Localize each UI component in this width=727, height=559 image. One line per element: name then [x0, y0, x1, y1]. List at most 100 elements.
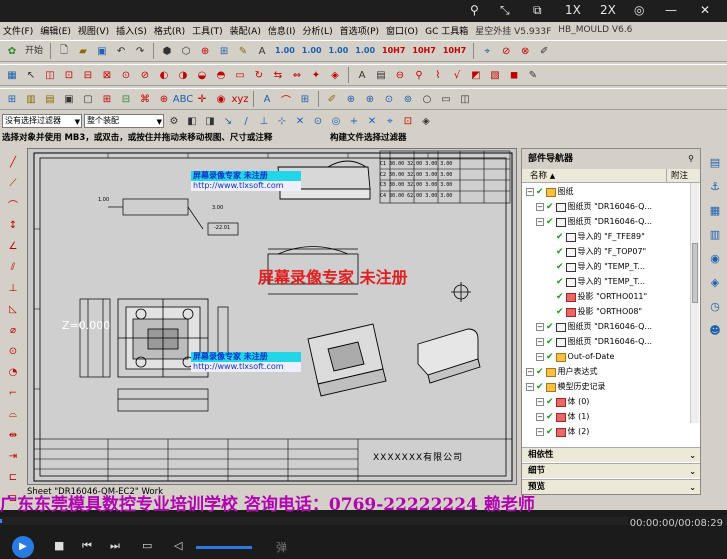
- tree-item[interactable]: − ✔ 体 (0): [536, 395, 589, 409]
- section-preview[interactable]: 预览 ⌄: [522, 479, 700, 494]
- arc-length-icon[interactable]: ⌓: [5, 406, 21, 422]
- progress-bar[interactable]: [0, 517, 727, 525]
- tree-item[interactable]: − ✔ 模型历史记录: [526, 380, 606, 394]
- text-box-icon[interactable]: ▤: [373, 67, 389, 83]
- menu-edit[interactable]: 编辑(E): [40, 24, 71, 37]
- volume-slider[interactable]: [196, 546, 252, 549]
- speed-1x-button[interactable]: 1X: [565, 3, 581, 17]
- frame-icon[interactable]: ▣: [61, 91, 77, 107]
- pen-icon[interactable]: ✐: [536, 43, 552, 59]
- history-icon[interactable]: ◷: [707, 298, 723, 314]
- arc-icon[interactable]: ⌒: [5, 196, 21, 212]
- column-name[interactable]: 名称: [530, 171, 547, 181]
- close-icon[interactable]: ✕: [700, 3, 710, 17]
- chevron-down-icon[interactable]: ⌄: [689, 464, 696, 479]
- next-icon[interactable]: ⏭: [110, 539, 120, 553]
- menu-insert[interactable]: 插入(S): [116, 24, 147, 37]
- revolved-section-icon[interactable]: ◑: [175, 67, 191, 83]
- target-icon[interactable]: ◉: [213, 91, 229, 107]
- update-view-icon[interactable]: ↻: [251, 67, 267, 83]
- expand-toggle-icon[interactable]: −: [536, 398, 544, 406]
- parts-list-icon[interactable]: ▥: [23, 91, 39, 107]
- reuse-library-icon[interactable]: ▥: [707, 226, 723, 242]
- chevron-down-icon[interactable]: ⌄: [689, 448, 696, 463]
- circle-icon[interactable]: ○: [419, 91, 435, 107]
- tree-item[interactable]: ✔ 导入的 "F_TOP07": [546, 245, 646, 259]
- column-note[interactable]: 附注: [665, 169, 688, 183]
- brush-icon[interactable]: ✎: [525, 67, 541, 83]
- expand-toggle-icon[interactable]: −: [536, 218, 544, 226]
- expand-toggle-icon[interactable]: −: [536, 323, 544, 331]
- redo-icon[interactable]: ↷: [132, 43, 148, 59]
- part-navigator-icon[interactable]: ▦: [707, 202, 723, 218]
- point-on-curve-icon[interactable]: ✕: [364, 113, 380, 129]
- split-view-icon[interactable]: ◫: [457, 91, 473, 107]
- section-details[interactable]: 细节 ⌄: [522, 463, 700, 478]
- break-view-icon[interactable]: ⊘: [137, 67, 153, 83]
- assembly-scope-select[interactable]: 整个装配: [84, 114, 164, 128]
- chain-dim-icon[interactable]: ⇹: [5, 427, 21, 443]
- display-icon[interactable]: ◈: [327, 67, 343, 83]
- centerline-icon[interactable]: ✛: [194, 91, 210, 107]
- tree-item[interactable]: − ✔ 图纸页 "DR16046-Q...: [536, 215, 652, 229]
- pin-icon[interactable]: ⚲: [470, 3, 479, 17]
- bulb-icon[interactable]: ◎: [634, 3, 644, 17]
- drawing-canvas[interactable]: 3.00 -22.01 1.00 C1 30.00 32.00 3.00 3.0…: [27, 148, 517, 485]
- view-icon[interactable]: ◫: [42, 67, 58, 83]
- dim-precision-1[interactable]: 1.00: [273, 43, 297, 59]
- measure-icon[interactable]: ⌖: [479, 43, 495, 59]
- view-style-icon[interactable]: ✦: [308, 67, 324, 83]
- open-folder-icon[interactable]: ▰: [75, 43, 91, 59]
- tolerance-3[interactable]: 10H7: [441, 43, 468, 59]
- menu-format[interactable]: 格式(R): [154, 24, 185, 37]
- view-boundary-icon[interactable]: ▭: [232, 67, 248, 83]
- previous-icon[interactable]: ⏮: [82, 539, 92, 553]
- expand-toggle-icon[interactable]: −: [536, 203, 544, 211]
- endpoint-icon[interactable]: /: [238, 113, 254, 129]
- menu-window[interactable]: 窗口(O): [386, 24, 418, 37]
- navigator-scrollbar[interactable]: [690, 183, 699, 423]
- quadrant-snap-icon[interactable]: ⊚: [400, 91, 416, 107]
- chevron-down-icon[interactable]: ⌄: [689, 480, 696, 495]
- detail-view-icon[interactable]: ⊙: [118, 67, 134, 83]
- tree-item[interactable]: ✔ 投影 "ORTHO011": [546, 290, 647, 304]
- pin-icon[interactable]: ⚲: [688, 149, 694, 169]
- popout-icon[interactable]: ⧉: [533, 3, 542, 18]
- selection-filter-select[interactable]: 没有选择过滤器: [2, 114, 82, 128]
- menu-info[interactable]: 信息(I): [268, 24, 296, 37]
- xyz-icon[interactable]: xyz: [231, 91, 248, 107]
- new-file-icon[interactable]: 🗋: [56, 43, 72, 59]
- speed-2x-button[interactable]: 2X: [600, 3, 616, 17]
- minimize-icon[interactable]: —: [665, 3, 677, 17]
- rect-icon[interactable]: ▭: [438, 91, 454, 107]
- table-icon[interactable]: ⊞: [4, 91, 20, 107]
- vertical-dim-icon[interactable]: ↕: [5, 217, 21, 233]
- tree-item[interactable]: − ✔ 图纸页 "DR16046-Q...: [536, 335, 652, 349]
- menu-hb-mould[interactable]: HB_MOULD V6.6: [558, 25, 632, 35]
- cube-icon[interactable]: ◈: [418, 113, 434, 129]
- menu-analysis[interactable]: 分析(L): [303, 24, 333, 37]
- intersection-icon[interactable]: ✕: [292, 113, 308, 129]
- ordinate-dim-icon[interactable]: ⌐: [5, 385, 21, 401]
- tree-item[interactable]: − ✔ 体 (2): [536, 425, 589, 439]
- id-text-icon[interactable]: ABC: [173, 91, 194, 107]
- tabular-note-icon[interactable]: ▤: [42, 91, 58, 107]
- arc-center-icon[interactable]: ⊙: [310, 113, 326, 129]
- tree-item[interactable]: ✔ 投影 "ORTHO08": [546, 305, 642, 319]
- dim-precision-4[interactable]: 1.00: [353, 43, 377, 59]
- expand-toggle-icon[interactable]: −: [526, 383, 534, 391]
- radius-dim-icon[interactable]: ◔: [5, 364, 21, 380]
- constraint-navigator-icon[interactable]: ⚓: [707, 178, 723, 194]
- hatch-icon[interactable]: ▧: [487, 67, 503, 83]
- search-icon[interactable]: ⚲: [411, 67, 427, 83]
- thickness-dim-icon[interactable]: ⊏: [5, 469, 21, 485]
- slash-circle-icon[interactable]: ⊘: [498, 43, 514, 59]
- play-button[interactable]: ▶: [12, 536, 34, 558]
- select-all-icon[interactable]: ◧: [184, 113, 200, 129]
- menu-tools[interactable]: 工具(T): [192, 24, 223, 37]
- pmi-icon[interactable]: ⊕: [197, 43, 213, 59]
- save-icon[interactable]: ▣: [94, 43, 110, 59]
- datum-icon[interactable]: ⊖: [392, 67, 408, 83]
- expand-toggle-icon[interactable]: −: [526, 368, 534, 376]
- polyline-icon[interactable]: ⟋: [5, 175, 21, 191]
